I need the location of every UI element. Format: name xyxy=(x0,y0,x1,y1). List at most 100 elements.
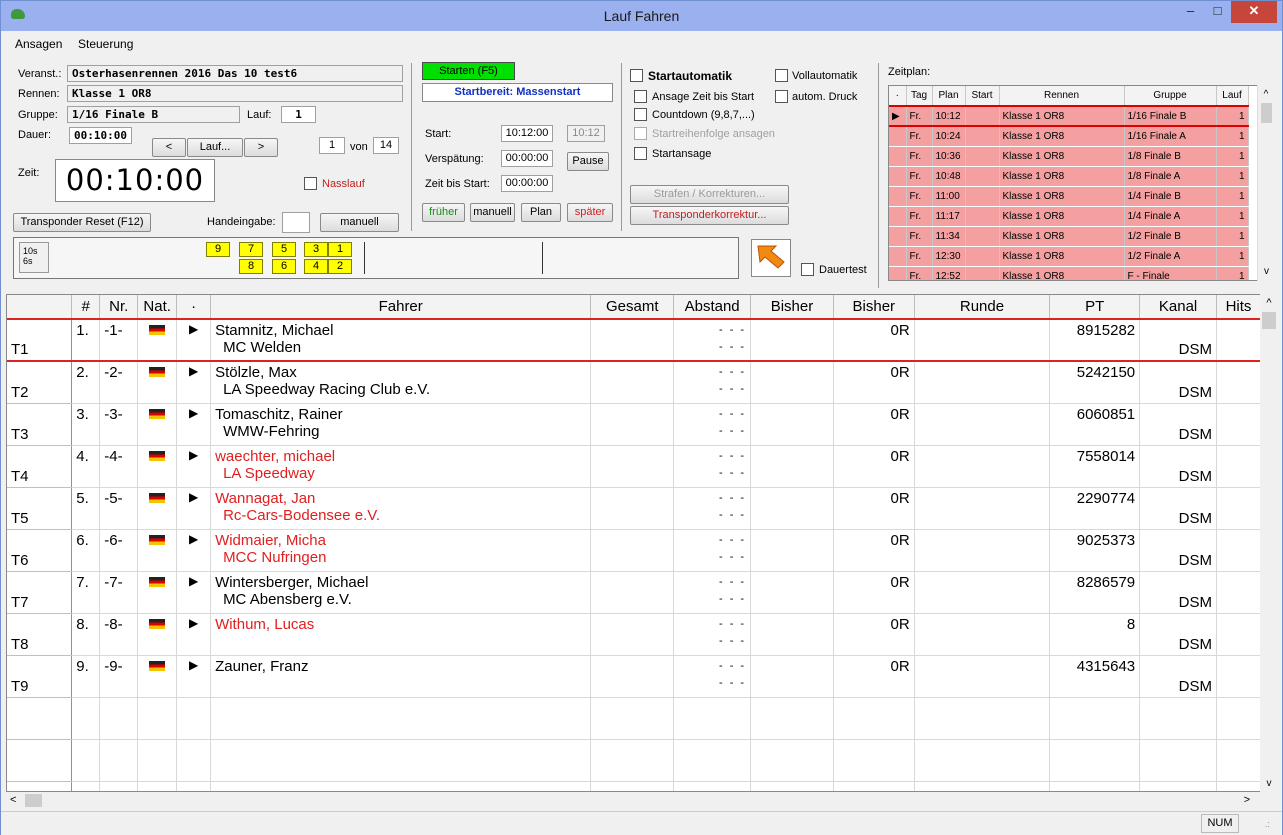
zeitplan-row[interactable]: Fr. 10:48 Klasse 1 OR8 1/8 Finale A1 xyxy=(889,166,1249,187)
play-icon[interactable]: ▶ xyxy=(189,448,198,462)
transponder-reset-button[interactable]: Transponder Reset (F12) xyxy=(13,213,151,232)
grid-header[interactable]: # xyxy=(71,295,101,320)
zeitplan-row[interactable]: Fr. 12:52 Klasse 1 OR8 F - Finale 1 xyxy=(889,266,1249,280)
table-row[interactable]: T3 3. -3- ▶ Tomaschitz, Rainer WMW-Fehring - -… xyxy=(7,403,1261,446)
grid-header[interactable]: · xyxy=(176,295,212,320)
handeingabe-input[interactable] xyxy=(282,212,310,233)
play-cell[interactable]: ▶ xyxy=(176,529,212,572)
dauertest-checkbox[interactable] xyxy=(801,263,814,276)
table-row[interactable]: T9 9. -9- ▶ Zauner, Franz - - - - - - 0R 4315643… xyxy=(7,655,1261,698)
ansage-checkbox[interactable] xyxy=(634,90,647,103)
play-icon[interactable]: ▶ xyxy=(189,364,198,378)
zeitplan-header[interactable]: Gruppe xyxy=(1124,86,1217,107)
grid-header[interactable]: Abstand xyxy=(673,295,752,320)
prev-lauf-button[interactable]: < xyxy=(152,138,186,157)
grid-header[interactable]: Bisher xyxy=(833,295,915,320)
strafen-button[interactable]: Strafen / Korrekturen... xyxy=(630,185,789,204)
grid-header[interactable] xyxy=(7,295,73,320)
zeitplan-header[interactable]: Plan xyxy=(932,86,966,107)
table-row[interactable]: T4 4. -4- ▶ waechter, michael LA Speedway - - … xyxy=(7,445,1261,488)
nasslauf-checkbox[interactable] xyxy=(304,177,317,190)
play-icon[interactable]: ▶ xyxy=(189,574,198,588)
play-icon[interactable]: ▶ xyxy=(189,616,198,630)
vollautomatik-checkbox[interactable] xyxy=(775,69,788,82)
zeitplan-scrollbar[interactable]: ^ v xyxy=(1257,85,1274,281)
grid-header[interactable]: Hits xyxy=(1216,295,1261,320)
zeitplan-row[interactable]: Fr. 10:36 Klasse 1 OR8 1/8 Finale B1 xyxy=(889,146,1249,167)
table-row[interactable]: T8 8. -8- ▶ Withum, Lucas - - - - - - 0R 8 DSM xyxy=(7,613,1261,656)
transponderkorrektur-button[interactable]: Transponderkorrektur... xyxy=(630,206,789,225)
zeitplan-row[interactable]: Fr. 11:34 Klasse 1 OR8 1/2 Finale B1 xyxy=(889,226,1249,247)
scroll-thumb[interactable] xyxy=(1262,312,1276,329)
table-row[interactable]: T2 2. -2- ▶ Stölzle, Max LA Speedway Racing C… xyxy=(7,361,1261,404)
countdown-checkbox[interactable] xyxy=(634,108,647,121)
play-icon[interactable]: ▶ xyxy=(189,322,198,336)
play-cell[interactable]: ▶ xyxy=(176,655,212,698)
grid-header[interactable]: Gesamt xyxy=(590,295,675,320)
grid-header[interactable]: Fahrer xyxy=(210,295,592,320)
starten-button[interactable]: Starten (F5) xyxy=(422,62,515,80)
lauf-num-field[interactable]: 1 xyxy=(319,137,345,154)
frueher-button[interactable]: früher xyxy=(422,203,465,222)
minimize-button[interactable]: – xyxy=(1177,1,1204,23)
table-row[interactable]: T7 7. -7- ▶ Wintersberger, Michael MC Abensbe… xyxy=(7,571,1261,614)
menu-ansagen[interactable]: Ansagen xyxy=(15,37,62,51)
lauf-select-button[interactable]: Lauf... xyxy=(187,138,243,157)
zeitplan-row[interactable]: Fr. 10:24 Klasse 1 OR8 1/16 Finale A1 xyxy=(889,126,1249,147)
menu-steuerung[interactable]: Steuerung xyxy=(78,37,133,51)
startreihenfolge-checkbox[interactable] xyxy=(634,127,647,140)
grid-header[interactable]: Nr. xyxy=(99,295,139,320)
zeitplan-header[interactable]: · xyxy=(889,86,907,107)
scroll-thumb[interactable] xyxy=(25,794,42,807)
zeitplan-row[interactable]: Fr. 11:17 Klasse 1 OR8 1/4 Finale A1 xyxy=(889,206,1249,227)
zeitplan-row[interactable]: Fr. 11:00 Klasse 1 OR8 1/4 Finale B1 xyxy=(889,186,1249,207)
scroll-up-icon[interactable]: ^ xyxy=(1260,297,1278,309)
zeitplan-row[interactable]: ▶ Fr. 10:12 Klasse 1 OR8 1/16 Finale B1 xyxy=(889,105,1249,127)
scroll-right-icon[interactable]: > xyxy=(1244,794,1250,806)
scroll-thumb[interactable] xyxy=(1261,103,1272,123)
resize-grip-icon[interactable]: .: xyxy=(1265,819,1270,829)
startautomatik-checkbox[interactable] xyxy=(630,69,643,82)
scroll-up-icon[interactable]: ^ xyxy=(1258,89,1274,100)
autom-druck-checkbox[interactable] xyxy=(775,90,788,103)
grid-horizontal-scrollbar[interactable]: < > xyxy=(6,792,1262,809)
play-cell[interactable]: ▶ xyxy=(176,613,212,656)
table-row[interactable]: T6 6. -6- ▶ Widmaier, Micha MCC Nufringen - - … xyxy=(7,529,1261,572)
grid-header[interactable]: Nat. xyxy=(137,295,178,320)
zeitplan-header[interactable]: Tag xyxy=(906,86,933,107)
grid-header[interactable]: Kanal xyxy=(1139,295,1217,320)
zeitplan-header[interactable]: Start xyxy=(965,86,1000,107)
scroll-left-icon[interactable]: < xyxy=(10,794,16,806)
maximize-button[interactable]: □ xyxy=(1204,1,1231,23)
play-cell[interactable]: ▶ xyxy=(176,361,212,404)
manuell-start-button[interactable]: manuell xyxy=(470,203,515,222)
zeitplan-header[interactable]: Rennen xyxy=(999,86,1125,107)
grid-header[interactable]: Runde xyxy=(914,295,1051,320)
play-icon[interactable]: ▶ xyxy=(189,490,198,504)
arrow-button[interactable] xyxy=(751,239,791,277)
play-icon[interactable]: ▶ xyxy=(189,658,198,672)
grid-vertical-scrollbar[interactable]: ^ v xyxy=(1260,294,1278,792)
next-lauf-button[interactable]: > xyxy=(244,138,278,157)
grid-header[interactable]: PT xyxy=(1049,295,1141,320)
play-icon[interactable]: ▶ xyxy=(189,406,198,420)
grid-header[interactable]: Bisher xyxy=(750,295,834,320)
zeitplan-header[interactable]: Lauf xyxy=(1216,86,1249,107)
pause-button[interactable]: Pause xyxy=(567,152,609,171)
scroll-down-icon[interactable]: v xyxy=(1260,778,1278,789)
spaeter-button[interactable]: später xyxy=(567,203,613,222)
play-icon[interactable]: ▶ xyxy=(189,532,198,546)
play-cell[interactable]: ▶ xyxy=(176,403,212,446)
manuell-entry-button[interactable]: manuell xyxy=(320,213,399,232)
zeitplan-row[interactable]: Fr. 12:30 Klasse 1 OR8 1/2 Finale A1 xyxy=(889,246,1249,267)
table-row[interactable]: T1 1. -1- ▶ Stamnitz, Michael MC Welden - - --… xyxy=(7,318,1261,362)
close-button[interactable]: ✕ xyxy=(1231,1,1277,23)
table-row[interactable]: T5 5. -5- ▶ Wannagat, Jan Rc-Cars-Bodensee e.… xyxy=(7,487,1261,530)
play-cell[interactable]: ▶ xyxy=(176,445,212,488)
plan-button[interactable]: Plan xyxy=(521,203,561,222)
play-cell[interactable]: ▶ xyxy=(176,487,212,530)
play-cell[interactable]: ▶ xyxy=(176,318,212,362)
scroll-down-icon[interactable]: v xyxy=(1258,266,1275,277)
startansage-checkbox[interactable] xyxy=(634,147,647,160)
play-cell[interactable]: ▶ xyxy=(176,571,212,614)
